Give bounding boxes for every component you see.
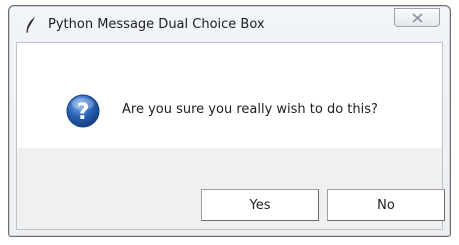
message-area: ? Are you sure you really wish to do thi… xyxy=(17,43,442,148)
dialog-window: Python Message Dual Choice Box ? Are you… xyxy=(8,5,451,237)
close-button[interactable] xyxy=(394,8,440,27)
message-text: Are you sure you really wish to do this? xyxy=(122,102,378,117)
question-icon: ? xyxy=(66,94,100,128)
yes-button[interactable]: Yes xyxy=(201,189,319,221)
no-button[interactable]: No xyxy=(327,189,445,221)
dialog-body: ? Are you sure you really wish to do thi… xyxy=(16,42,445,230)
button-bar: Yes No xyxy=(17,148,445,229)
close-icon xyxy=(412,13,423,23)
feather-icon xyxy=(25,16,37,34)
window-title: Python Message Dual Choice Box xyxy=(48,17,265,32)
svg-text:?: ? xyxy=(77,100,90,125)
title-bar[interactable]: Python Message Dual Choice Box xyxy=(9,6,450,42)
